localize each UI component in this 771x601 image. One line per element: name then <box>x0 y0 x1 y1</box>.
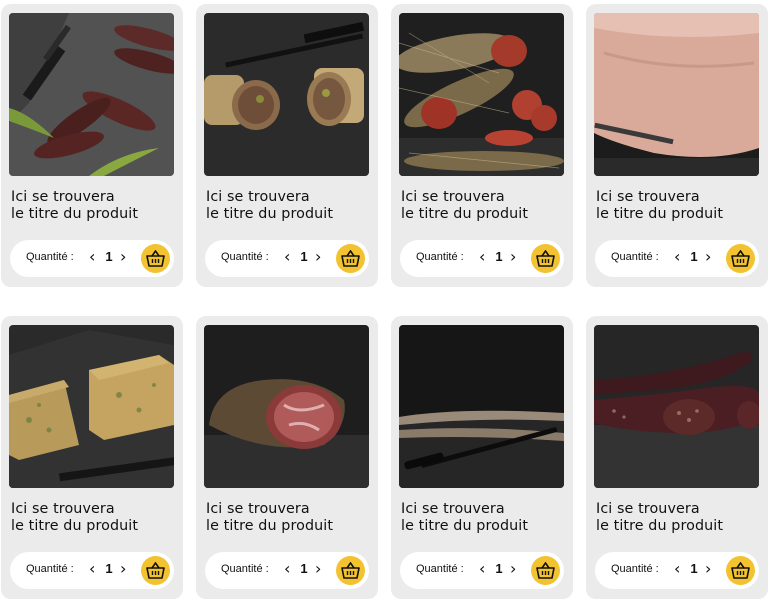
product-title[interactable]: Ici se trouvera le titre du produit <box>596 189 762 223</box>
chevron-left-icon[interactable]: ‹ <box>284 559 290 579</box>
quantity-value: 1 <box>495 561 503 576</box>
quantity-label: Quantité : <box>611 563 659 575</box>
basket-icon <box>731 562 750 579</box>
product-title-line2: le titre du produit <box>206 518 334 534</box>
product-title[interactable]: Ici se trouvera le titre du produit <box>11 501 177 535</box>
product-title-line1: Ici se trouvera <box>11 501 115 517</box>
add-to-cart-button[interactable] <box>336 556 365 585</box>
chevron-left-icon[interactable]: ‹ <box>479 247 485 267</box>
quantity-label: Quantité : <box>416 563 464 575</box>
quantity-bar: Quantité : ‹ 1 › <box>205 240 369 277</box>
product-card: Ici se trouvera le titre du produit Quan… <box>391 316 573 599</box>
basket-icon <box>536 562 555 579</box>
quantity-bar: Quantité : ‹ 1 › <box>205 552 369 589</box>
chevron-right-icon[interactable]: › <box>510 559 516 579</box>
chevron-right-icon[interactable]: › <box>705 559 711 579</box>
product-title-line2: le titre du produit <box>11 518 139 534</box>
product-title-line1: Ici se trouvera <box>596 501 700 517</box>
add-to-cart-button[interactable] <box>531 556 560 585</box>
product-title-line1: Ici se trouvera <box>401 501 505 517</box>
product-title[interactable]: Ici se trouvera le titre du produit <box>206 501 372 535</box>
add-to-cart-button[interactable] <box>336 244 365 273</box>
chevron-left-icon[interactable]: ‹ <box>479 559 485 579</box>
add-to-cart-button[interactable] <box>726 556 755 585</box>
chevron-right-icon[interactable]: › <box>120 559 126 579</box>
product-card: Ici se trouvera le titre du produit Quan… <box>1 4 183 287</box>
add-to-cart-button[interactable] <box>531 244 560 273</box>
product-title[interactable]: Ici se trouvera le titre du produit <box>206 189 372 223</box>
product-card: Ici se trouvera le titre du produit Quan… <box>1 316 183 599</box>
chevron-left-icon[interactable]: ‹ <box>674 559 680 579</box>
blood-sausage-photo[interactable] <box>594 325 759 488</box>
product-title-line1: Ici se trouvera <box>596 189 700 205</box>
basket-icon <box>146 250 165 267</box>
basket-icon <box>536 250 555 267</box>
pate-roll-photo[interactable] <box>204 13 369 176</box>
add-to-cart-button[interactable] <box>141 556 170 585</box>
quantity-label: Quantité : <box>221 251 269 263</box>
sausages-knife-photo[interactable] <box>9 13 174 176</box>
product-title[interactable]: Ici se trouvera le titre du produit <box>11 189 177 223</box>
quantity-bar: Quantité : ‹ 1 › <box>595 552 759 589</box>
quantity-bar: Quantité : ‹ 1 › <box>10 240 174 277</box>
quantity-bar: Quantité : ‹ 1 › <box>400 552 564 589</box>
product-title[interactable]: Ici se trouvera le titre du produit <box>401 501 567 535</box>
product-title[interactable]: Ici se trouvera le titre du produit <box>401 189 567 223</box>
chevron-right-icon[interactable]: › <box>315 559 321 579</box>
cured-coppa-photo[interactable] <box>204 325 369 488</box>
basket-icon <box>146 562 165 579</box>
quantity-value: 1 <box>690 561 698 576</box>
quantity-bar: Quantité : ‹ 1 › <box>10 552 174 589</box>
product-title-line1: Ici se trouvera <box>206 189 310 205</box>
chevron-right-icon[interactable]: › <box>120 247 126 267</box>
product-title-line2: le titre du produit <box>596 518 724 534</box>
product-title-line2: le titre du produit <box>401 206 529 222</box>
product-title-line2: le titre du produit <box>206 206 334 222</box>
product-card: Ici se trouvera le titre du produit Quan… <box>391 4 573 287</box>
chevron-left-icon[interactable]: ‹ <box>674 247 680 267</box>
head-cheese-photo[interactable] <box>9 325 174 488</box>
quantity-bar: Quantité : ‹ 1 › <box>400 240 564 277</box>
product-title-line1: Ici se trouvera <box>11 189 115 205</box>
quantity-value: 1 <box>105 249 113 264</box>
netted-salami-photo[interactable] <box>399 13 564 176</box>
chevron-left-icon[interactable]: ‹ <box>89 559 95 579</box>
ham-block-photo[interactable] <box>594 13 759 176</box>
quantity-label: Quantité : <box>26 563 74 575</box>
quantity-label: Quantité : <box>26 251 74 263</box>
product-title-line1: Ici se trouvera <box>401 189 505 205</box>
product-title-line2: le titre du produit <box>401 518 529 534</box>
quantity-value: 1 <box>300 249 308 264</box>
basket-icon <box>341 562 360 579</box>
product-title-line1: Ici se trouvera <box>206 501 310 517</box>
chevron-left-icon[interactable]: ‹ <box>284 247 290 267</box>
quantity-label: Quantité : <box>416 251 464 263</box>
add-to-cart-button[interactable] <box>726 244 755 273</box>
dry-sausage-photo[interactable] <box>399 325 564 488</box>
product-title-line2: le titre du produit <box>596 206 724 222</box>
chevron-left-icon[interactable]: ‹ <box>89 247 95 267</box>
product-card: Ici se trouvera le titre du produit Quan… <box>196 316 378 599</box>
quantity-bar: Quantité : ‹ 1 › <box>595 240 759 277</box>
chevron-right-icon[interactable]: › <box>315 247 321 267</box>
product-card: Ici se trouvera le titre du produit Quan… <box>586 4 768 287</box>
basket-icon <box>341 250 360 267</box>
quantity-value: 1 <box>690 249 698 264</box>
product-card: Ici se trouvera le titre du produit Quan… <box>196 4 378 287</box>
basket-icon <box>731 250 750 267</box>
quantity-label: Quantité : <box>221 563 269 575</box>
product-grid: Ici se trouvera le titre du produit Quan… <box>0 0 771 601</box>
quantity-value: 1 <box>495 249 503 264</box>
quantity-value: 1 <box>105 561 113 576</box>
product-title-line2: le titre du produit <box>11 206 139 222</box>
quantity-value: 1 <box>300 561 308 576</box>
chevron-right-icon[interactable]: › <box>510 247 516 267</box>
quantity-label: Quantité : <box>611 251 659 263</box>
product-card: Ici se trouvera le titre du produit Quan… <box>586 316 768 599</box>
add-to-cart-button[interactable] <box>141 244 170 273</box>
chevron-right-icon[interactable]: › <box>705 247 711 267</box>
product-title[interactable]: Ici se trouvera le titre du produit <box>596 501 762 535</box>
